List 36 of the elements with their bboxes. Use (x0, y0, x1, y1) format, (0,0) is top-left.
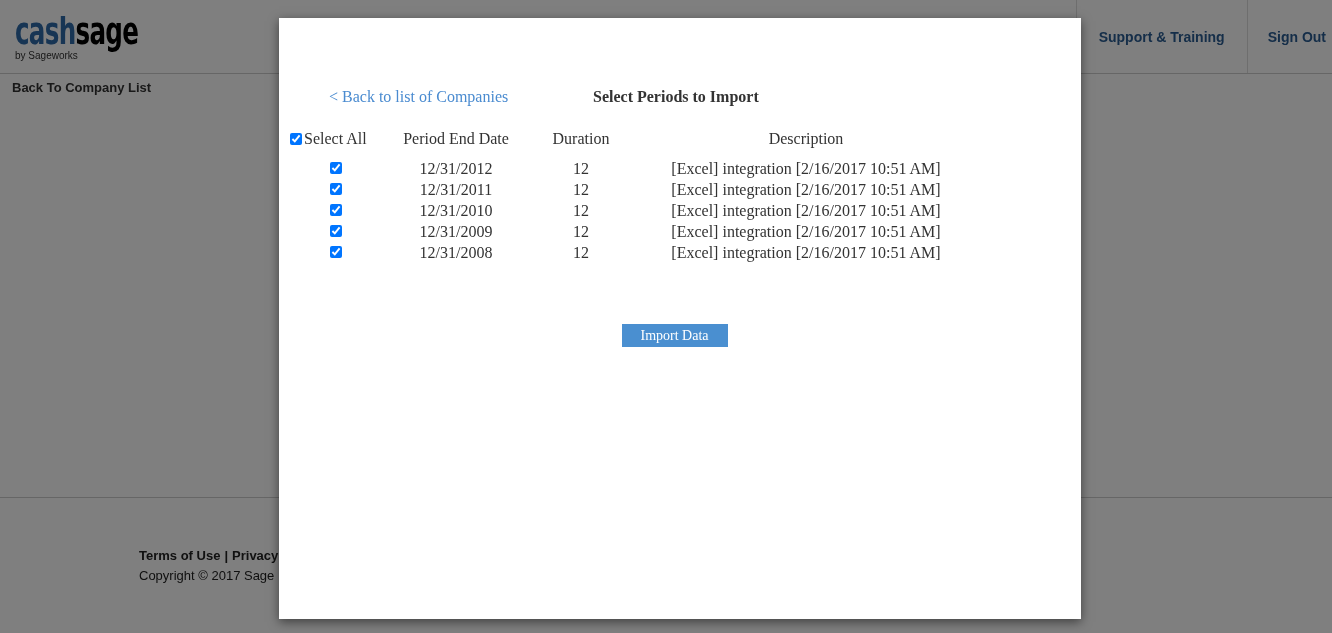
table-cell-text: [Excel] integration [2/16/2017 10:51 AM] (670, 201, 942, 221)
import-button[interactable]: Import Data (621, 324, 728, 347)
column-header: Description (767, 130, 845, 150)
table-cell-text: 12/31/2011 (418, 180, 494, 200)
back-link[interactable]: Back To Company List (12, 80, 152, 95)
row-checkbox[interactable] (330, 203, 342, 216)
select-all-checkbox[interactable] (290, 133, 302, 145)
table-cell-text: 12/31/2012 (418, 159, 494, 179)
table-cell-text: 12 (572, 222, 590, 242)
table-cell-text: 12 (572, 243, 590, 263)
row-checkbox[interactable] (330, 182, 342, 195)
table-cell-text: 12/31/2009 (418, 222, 494, 242)
footer-link[interactable]: Terms of Use (139, 548, 221, 563)
footer-link[interactable]: Privacy (232, 548, 279, 563)
column-header: Period End Date (402, 130, 510, 149)
logo-tagline: by Sageworks (15, 50, 78, 61)
table-cell-text: [Excel] integration [2/16/2017 10:51 AM] (670, 222, 942, 242)
copyright-text: Copyright © 2017 Sage (139, 568, 276, 583)
separator-text: | (224, 548, 229, 563)
table-cell-text: 12/31/2010 (418, 201, 494, 221)
column-header: Duration (551, 130, 611, 149)
table-cell-text: [Excel] integration [2/16/2017 10:51 AM] (670, 243, 942, 263)
dialog-title: Select Periods to Import (593, 88, 759, 106)
table-cell-text: 12 (572, 201, 590, 221)
table-cell-text: 12 (572, 180, 590, 200)
back-link[interactable]: < Back to list of Companies (329, 88, 593, 106)
table-cell-text: [Excel] integration [2/16/2017 10:51 AM] (670, 180, 942, 200)
row-checkbox[interactable] (330, 161, 342, 174)
logo-text: sage (75, 9, 139, 53)
table-cell-text: 12/31/2008 (418, 243, 494, 263)
table-cell-text: [Excel] integration [2/16/2017 10:51 AM] (670, 159, 942, 179)
table-cell-text: 12 (572, 159, 590, 179)
row-checkbox[interactable] (330, 224, 342, 237)
nav-link[interactable]: Sign Out (1246, 0, 1332, 73)
select-all-label: Select All (304, 130, 367, 148)
row-checkbox[interactable] (330, 245, 342, 258)
